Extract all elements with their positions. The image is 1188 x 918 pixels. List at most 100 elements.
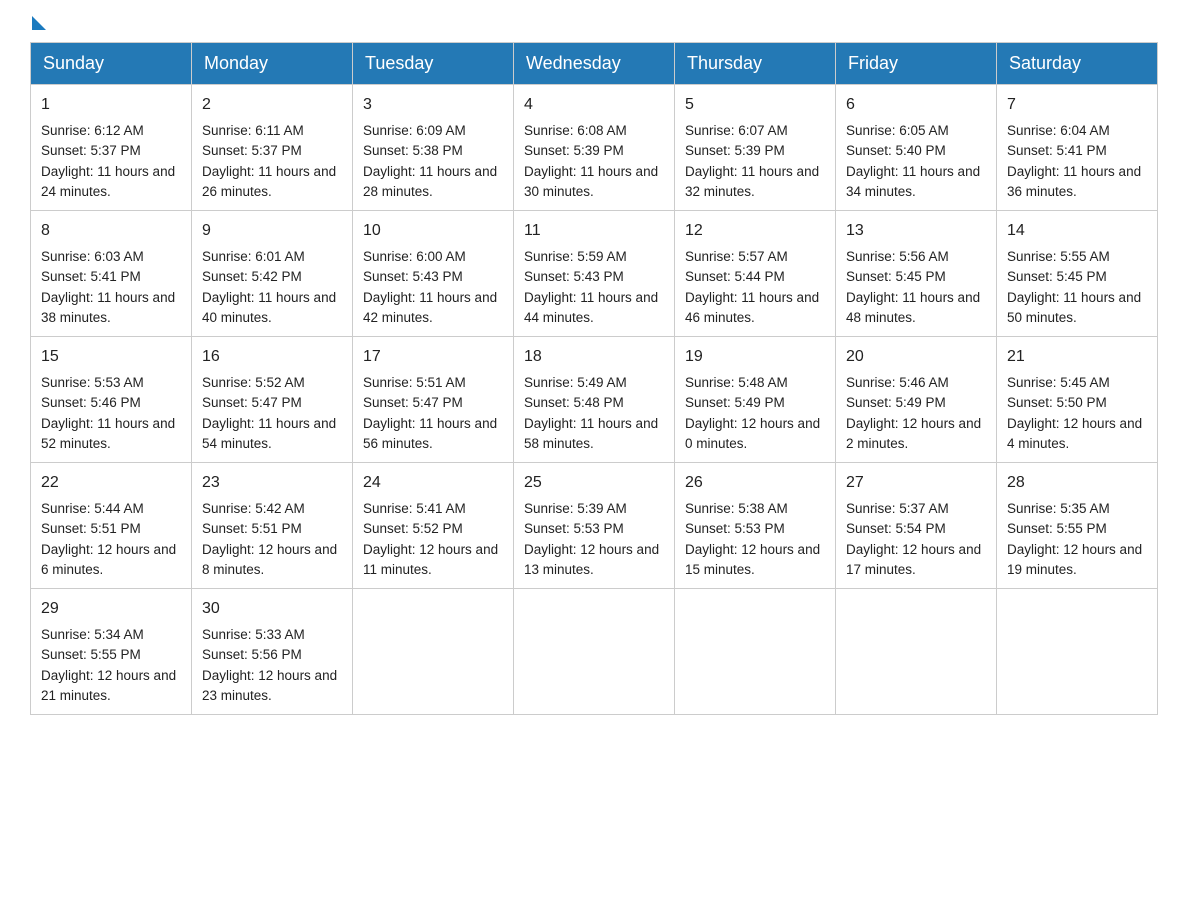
calendar-cell: 10 Sunrise: 6:00 AMSunset: 5:43 PMDayligh… [353,211,514,337]
calendar-cell: 28Sunrise: 5:35 AMSunset: 5:55 PMDayligh… [997,463,1158,589]
calendar-cell: 23 Sunrise: 5:42 AMSunset: 5:51 PMDayligh… [192,463,353,589]
calendar-cell [675,589,836,715]
weekday-header-monday: Monday [192,43,353,85]
weekday-header-friday: Friday [836,43,997,85]
weekday-header-wednesday: Wednesday [514,43,675,85]
day-number: 8 [41,219,181,243]
day-number: 27 [846,471,986,495]
calendar-week-4: 22 Sunrise: 5:44 AMSunset: 5:51 PMDayligh… [31,463,1158,589]
calendar-cell: 13 Sunrise: 5:56 AMSunset: 5:45 PMDayligh… [836,211,997,337]
weekday-header-sunday: Sunday [31,43,192,85]
day-number: 3 [363,93,503,117]
day-number: 23 [202,471,342,495]
day-number: 1 [41,93,181,117]
calendar-cell [836,589,997,715]
day-number: 14 [1007,219,1147,243]
calendar-week-3: 15Sunrise: 5:53 AMSunset: 5:46 PMDayligh… [31,337,1158,463]
cell-content: Sunrise: 6:04 AMSunset: 5:41 PMDaylight:… [1007,121,1147,202]
calendar-cell: 24 Sunrise: 5:41 AMSunset: 5:52 PMDayligh… [353,463,514,589]
day-number: 22 [41,471,181,495]
cell-content: Sunrise: 5:52 AMSunset: 5:47 PMDaylight:… [202,373,342,454]
day-number: 21 [1007,345,1147,369]
day-number: 28 [1007,471,1147,495]
cell-content: Sunrise: 6:00 AMSunset: 5:43 PMDaylight:… [363,247,503,328]
calendar-cell [997,589,1158,715]
calendar-cell: 11 Sunrise: 5:59 AMSunset: 5:43 PMDayligh… [514,211,675,337]
cell-content: Sunrise: 5:49 AMSunset: 5:48 PMDaylight:… [524,373,664,454]
day-number: 5 [685,93,825,117]
calendar-cell: 6 Sunrise: 6:05 AMSunset: 5:40 PMDaylight… [836,85,997,211]
calendar-table: SundayMondayTuesdayWednesdayThursdayFrid… [30,42,1158,715]
cell-content: Sunrise: 5:59 AMSunset: 5:43 PMDaylight:… [524,247,664,328]
calendar-cell: 26Sunrise: 5:38 AMSunset: 5:53 PMDayligh… [675,463,836,589]
day-number: 12 [685,219,825,243]
day-number: 29 [41,597,181,621]
day-number: 4 [524,93,664,117]
cell-content: Sunrise: 6:09 AMSunset: 5:38 PMDaylight:… [363,121,503,202]
cell-content: Sunrise: 5:44 AMSunset: 5:51 PMDaylight:… [41,499,181,580]
calendar-cell: 1 Sunrise: 6:12 AMSunset: 5:37 PMDaylight… [31,85,192,211]
calendar-cell: 20Sunrise: 5:46 AMSunset: 5:49 PMDayligh… [836,337,997,463]
cell-content: Sunrise: 5:38 AMSunset: 5:53 PMDaylight:… [685,499,825,580]
cell-content: Sunrise: 6:05 AMSunset: 5:40 PMDaylight:… [846,121,986,202]
calendar-cell: 14 Sunrise: 5:55 AMSunset: 5:45 PMDayligh… [997,211,1158,337]
calendar-cell: 2Sunrise: 6:11 AMSunset: 5:37 PMDaylight… [192,85,353,211]
cell-content: Sunrise: 5:56 AMSunset: 5:45 PMDaylight:… [846,247,986,328]
day-number: 10 [363,219,503,243]
cell-content: Sunrise: 5:57 AMSunset: 5:44 PMDaylight:… [685,247,825,328]
calendar-cell: 19Sunrise: 5:48 AMSunset: 5:49 PMDayligh… [675,337,836,463]
cell-content: Sunrise: 6:12 AMSunset: 5:37 PMDaylight:… [41,121,181,202]
calendar-cell: 21 Sunrise: 5:45 AMSunset: 5:50 PMDayligh… [997,337,1158,463]
day-number: 11 [524,219,664,243]
cell-content: Sunrise: 5:42 AMSunset: 5:51 PMDaylight:… [202,499,342,580]
day-number: 16 [202,345,342,369]
day-number: 18 [524,345,664,369]
day-number: 30 [202,597,342,621]
day-number: 24 [363,471,503,495]
day-number: 17 [363,345,503,369]
calendar-cell: 9Sunrise: 6:01 AMSunset: 5:42 PMDaylight… [192,211,353,337]
cell-content: Sunrise: 5:53 AMSunset: 5:46 PMDaylight:… [41,373,181,454]
weekday-header-tuesday: Tuesday [353,43,514,85]
cell-content: Sunrise: 5:34 AMSunset: 5:55 PMDaylight:… [41,625,181,706]
calendar-cell: 8Sunrise: 6:03 AMSunset: 5:41 PMDaylight… [31,211,192,337]
cell-content: Sunrise: 6:07 AMSunset: 5:39 PMDaylight:… [685,121,825,202]
day-number: 13 [846,219,986,243]
cell-content: Sunrise: 6:01 AMSunset: 5:42 PMDaylight:… [202,247,342,328]
cell-content: Sunrise: 5:37 AMSunset: 5:54 PMDaylight:… [846,499,986,580]
calendar-cell: 16 Sunrise: 5:52 AMSunset: 5:47 PMDayligh… [192,337,353,463]
page-header [30,20,1158,32]
cell-content: Sunrise: 5:51 AMSunset: 5:47 PMDaylight:… [363,373,503,454]
calendar-cell: 3 Sunrise: 6:09 AMSunset: 5:38 PMDaylight… [353,85,514,211]
cell-content: Sunrise: 5:39 AMSunset: 5:53 PMDaylight:… [524,499,664,580]
calendar-cell: 5 Sunrise: 6:07 AMSunset: 5:39 PMDaylight… [675,85,836,211]
cell-content: Sunrise: 5:33 AMSunset: 5:56 PMDaylight:… [202,625,342,706]
calendar-cell: 30 Sunrise: 5:33 AMSunset: 5:56 PMDayligh… [192,589,353,715]
calendar-cell: 4 Sunrise: 6:08 AMSunset: 5:39 PMDaylight… [514,85,675,211]
calendar-cell: 7 Sunrise: 6:04 AMSunset: 5:41 PMDaylight… [997,85,1158,211]
cell-content: Sunrise: 5:45 AMSunset: 5:50 PMDaylight:… [1007,373,1147,454]
cell-content: Sunrise: 5:46 AMSunset: 5:49 PMDaylight:… [846,373,986,454]
logo-arrow-icon [32,16,46,30]
logo [30,20,46,32]
calendar-cell: 22 Sunrise: 5:44 AMSunset: 5:51 PMDayligh… [31,463,192,589]
weekday-header-thursday: Thursday [675,43,836,85]
calendar-cell [514,589,675,715]
weekday-header-saturday: Saturday [997,43,1158,85]
cell-content: Sunrise: 5:41 AMSunset: 5:52 PMDaylight:… [363,499,503,580]
calendar-week-1: 1 Sunrise: 6:12 AMSunset: 5:37 PMDaylight… [31,85,1158,211]
day-number: 25 [524,471,664,495]
calendar-cell [353,589,514,715]
day-number: 6 [846,93,986,117]
calendar-week-2: 8Sunrise: 6:03 AMSunset: 5:41 PMDaylight… [31,211,1158,337]
day-number: 2 [202,93,342,117]
cell-content: Sunrise: 5:55 AMSunset: 5:45 PMDaylight:… [1007,247,1147,328]
calendar-cell: 27 Sunrise: 5:37 AMSunset: 5:54 PMDayligh… [836,463,997,589]
calendar-cell: 12 Sunrise: 5:57 AMSunset: 5:44 PMDayligh… [675,211,836,337]
cell-content: Sunrise: 6:08 AMSunset: 5:39 PMDaylight:… [524,121,664,202]
calendar-cell: 15Sunrise: 5:53 AMSunset: 5:46 PMDayligh… [31,337,192,463]
day-number: 7 [1007,93,1147,117]
day-number: 19 [685,345,825,369]
calendar-cell: 18 Sunrise: 5:49 AMSunset: 5:48 PMDayligh… [514,337,675,463]
calendar-cell: 29 Sunrise: 5:34 AMSunset: 5:55 PMDayligh… [31,589,192,715]
